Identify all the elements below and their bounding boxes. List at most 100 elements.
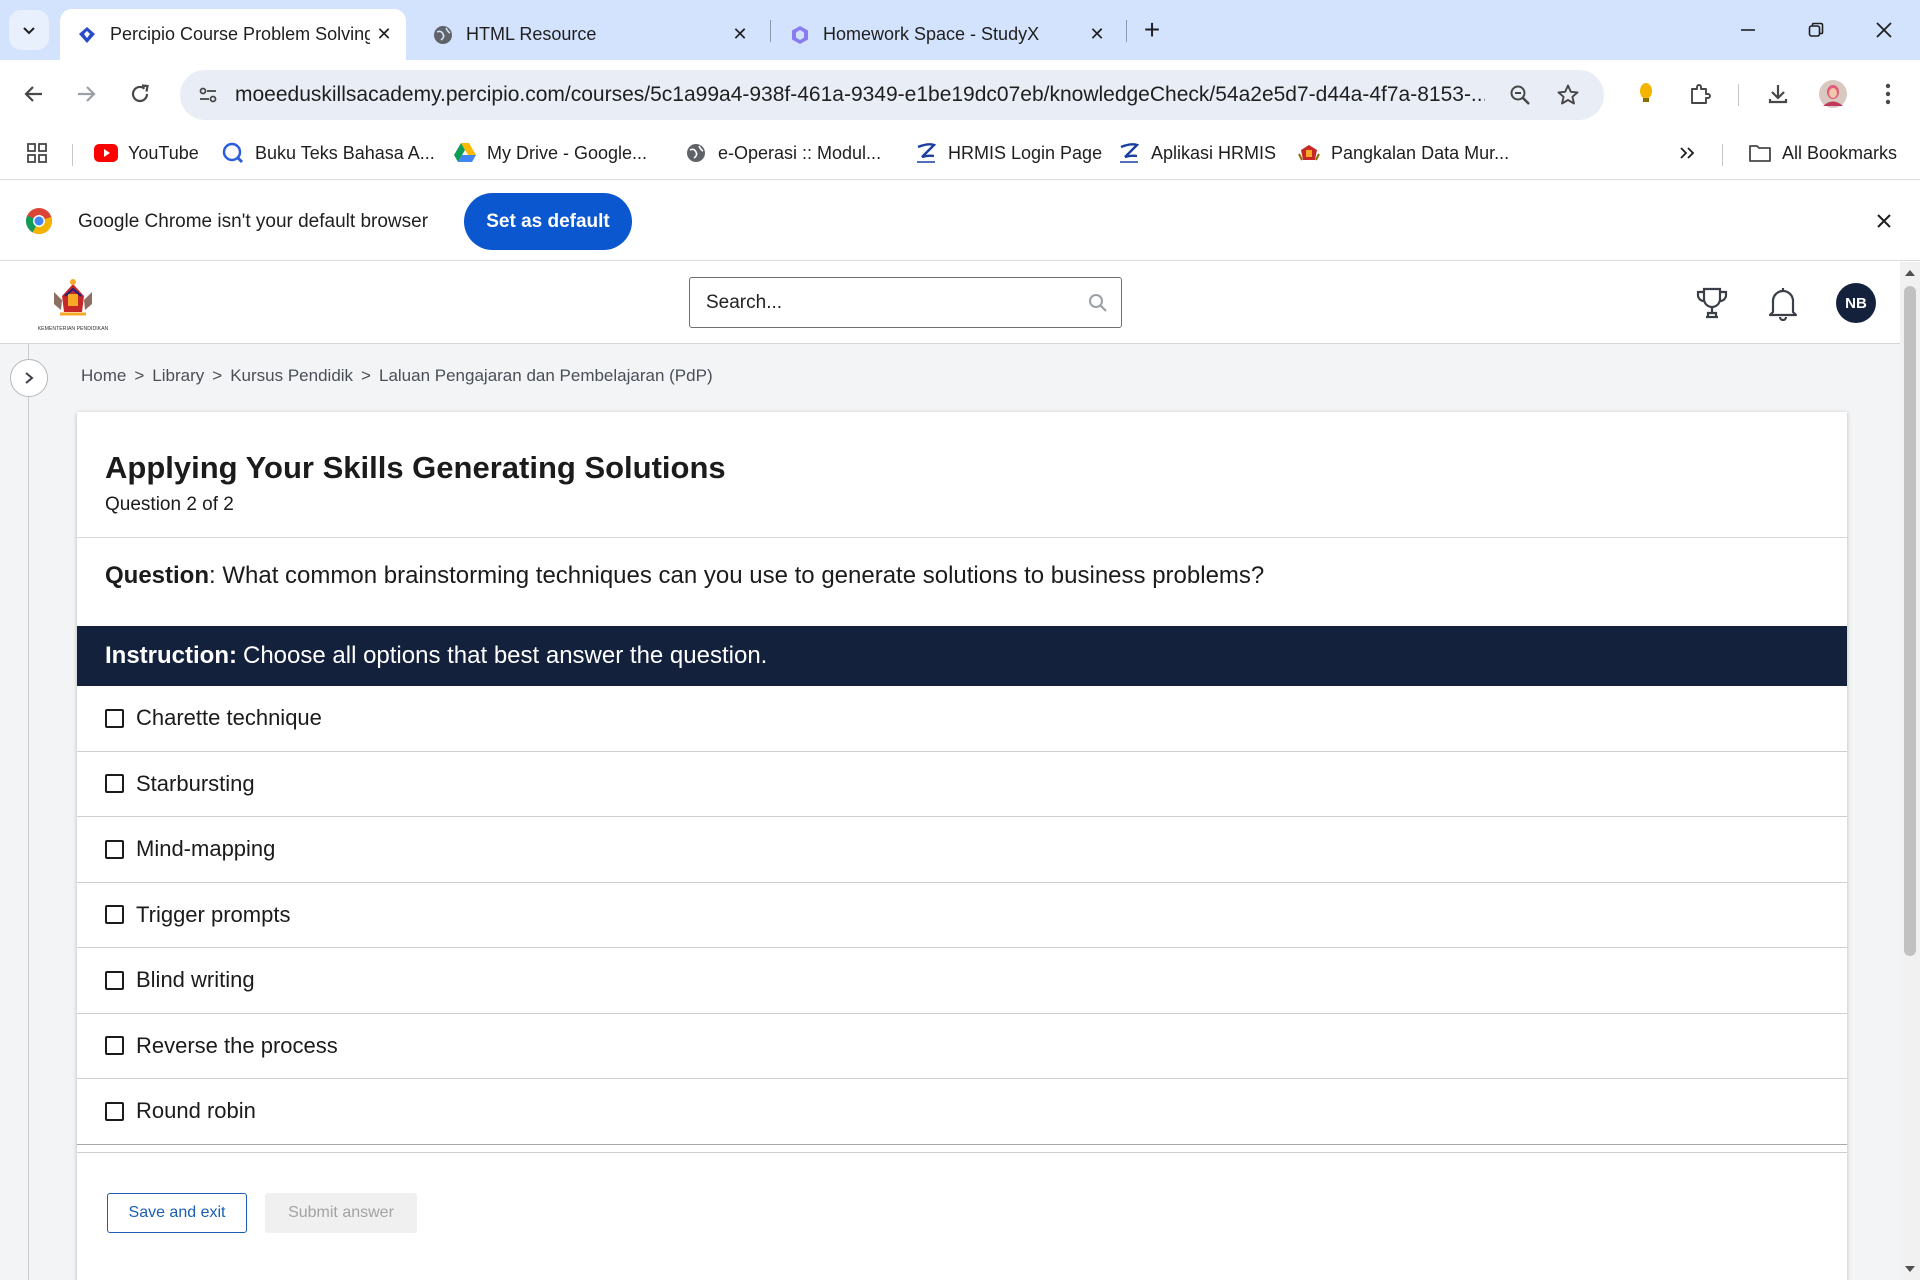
apps-grid-icon — [27, 143, 47, 163]
tab-separator — [770, 20, 771, 42]
bookmark-my-drive[interactable]: My Drive - Google... — [453, 138, 647, 168]
breadcrumb-kursus-pendidik[interactable]: Kursus Pendidik — [230, 366, 353, 386]
tab-title: Homework Space - StudyX — [823, 24, 1040, 44]
close-window-button[interactable] — [1850, 0, 1918, 60]
question-text: Question: What common brainstorming tech… — [105, 562, 1264, 590]
all-bookmarks-label: All Bookmarks — [1782, 142, 1898, 163]
question-progress: Question 2 of 2 — [105, 494, 234, 515]
close-tab-icon[interactable]: ✕ — [370, 21, 398, 49]
ministry-logo[interactable]: KEMENTERIAN PENDIDIKAN — [32, 274, 114, 334]
new-tab-button[interactable]: + — [1136, 14, 1168, 46]
tab-strip: Percipio Course Problem Solving ✕ HTML R… — [0, 0, 1920, 60]
scroll-up-arrow-icon[interactable] — [1905, 270, 1915, 276]
close-infobar-button[interactable] — [1866, 203, 1902, 239]
search-favicon — [221, 141, 245, 165]
trophy-icon — [1696, 287, 1728, 319]
profile-avatar-icon[interactable] — [1813, 74, 1853, 114]
close-tab-icon[interactable]: ✕ — [1083, 21, 1111, 49]
search-icon[interactable] — [1085, 290, 1111, 316]
chevron-down-icon — [23, 27, 35, 35]
option-trigger-prompts[interactable]: Trigger prompts — [77, 883, 1847, 948]
double-chevron-right-icon — [1680, 147, 1695, 159]
tab-percipio[interactable]: Percipio Course Problem Solving ✕ — [60, 9, 406, 60]
more-bookmarks-button[interactable] — [1678, 138, 1696, 168]
option-checkbox[interactable] — [105, 774, 124, 794]
option-checkbox[interactable] — [105, 905, 124, 925]
bookmark-hrmis-login[interactable]: HRMIS Login Page — [914, 138, 1102, 168]
option-mind-mapping[interactable]: Mind-mapping — [77, 817, 1847, 883]
apps-button[interactable] — [26, 138, 48, 168]
bookmarks-separator — [72, 144, 73, 166]
site-info-icon[interactable] — [189, 76, 227, 114]
option-checkbox[interactable] — [105, 839, 124, 859]
bookmark-buku-teks[interactable]: Buku Teks Bahasa A... — [221, 138, 435, 168]
hrmis-icon — [914, 141, 938, 165]
tab-search-button[interactable] — [9, 10, 49, 50]
default-browser-infobar: Google Chrome isn't your default browser… — [0, 181, 1920, 261]
card-footer: Save and exit Submit answer — [77, 1152, 1847, 1280]
youtube-icon — [94, 141, 118, 165]
tab-separator — [1126, 20, 1127, 42]
downloads-icon[interactable] — [1758, 74, 1798, 114]
infobar-message: Google Chrome isn't your default browser — [78, 211, 429, 232]
all-bookmarks-button[interactable]: All Bookmarks — [1748, 138, 1897, 168]
bookmark-youtube[interactable]: YouTube — [94, 138, 199, 168]
folder-icon — [1748, 141, 1772, 165]
minimize-button[interactable] — [1714, 0, 1782, 60]
option-charette-technique[interactable]: Charette technique — [77, 686, 1847, 752]
option-round-robin[interactable]: Round robin — [77, 1079, 1847, 1145]
zoom-icon[interactable] — [1501, 76, 1539, 114]
bookmark-star-icon[interactable] — [1549, 76, 1587, 114]
notifications-button[interactable] — [1760, 280, 1806, 326]
option-checkbox[interactable] — [105, 1101, 124, 1121]
breadcrumb: Home > Library > Kursus Pendidik > Lalua… — [81, 366, 713, 386]
breadcrumb-separator: > — [361, 366, 371, 385]
close-tab-icon[interactable]: ✕ — [726, 21, 754, 49]
bookmark-aplikasi-hrmis[interactable]: Aplikasi HRMIS — [1117, 138, 1276, 168]
chevron-right-icon — [25, 372, 34, 384]
option-label: Reverse the process — [136, 1032, 338, 1058]
set-as-default-button[interactable]: Set as default — [464, 193, 632, 250]
tab-studyx[interactable]: Homework Space - StudyX ✕ — [773, 9, 1119, 60]
breadcrumb-home[interactable]: Home — [81, 366, 126, 386]
save-and-exit-button[interactable]: Save and exit — [107, 1193, 247, 1233]
forward-button[interactable] — [66, 74, 106, 114]
hrmis-icon — [1117, 141, 1141, 165]
bookmark-e-operasi[interactable]: e-Operasi :: Modul... — [684, 138, 881, 168]
bookmark-label: Buku Teks Bahasa A... — [255, 142, 435, 163]
option-label: Blind writing — [136, 967, 255, 993]
page-scrollbar[interactable] — [1900, 262, 1920, 1280]
forward-arrow-icon — [78, 86, 96, 102]
tab-html-resource[interactable]: HTML Resource ✕ — [416, 9, 762, 60]
option-starbursting[interactable]: Starbursting — [77, 752, 1847, 817]
restore-button[interactable] — [1782, 0, 1850, 60]
extensions-puzzle-icon[interactable] — [1680, 74, 1720, 114]
bookmarks-bar: YouTube Buku Teks Bahasa A... My Drive -… — [0, 128, 1920, 180]
sidebar-expand-button[interactable] — [10, 359, 48, 397]
submit-answer-button[interactable]: Submit answer — [265, 1193, 417, 1233]
reload-icon — [131, 84, 149, 103]
tab-title: HTML Resource — [466, 24, 597, 44]
scrollbar-thumb[interactable] — [1904, 286, 1916, 956]
back-button[interactable] — [14, 74, 54, 114]
address-bar[interactable]: moeeduskillsacademy.percipio.com/courses… — [180, 70, 1604, 120]
option-reverse-the-process[interactable]: Reverse the process — [77, 1014, 1847, 1079]
search-input[interactable] — [690, 278, 1070, 327]
reload-button[interactable] — [120, 74, 160, 114]
scroll-down-arrow-icon[interactable] — [1905, 1266, 1915, 1272]
option-blind-writing[interactable]: Blind writing — [77, 948, 1847, 1014]
toolbar-separator — [1738, 84, 1739, 106]
breadcrumb-laluan-pdp[interactable]: Laluan Pengajaran dan Pembelajaran (PdP) — [379, 366, 713, 386]
instruction-label: Instruction: — [105, 642, 237, 669]
knowledge-check-card: Applying Your Skills Generating Solution… — [77, 412, 1847, 1280]
extension-bulb-icon[interactable] — [1626, 74, 1666, 114]
bookmark-pangkalan-data[interactable]: Pangkalan Data Mur... — [1297, 138, 1509, 168]
chrome-menu-icon[interactable] — [1868, 74, 1908, 114]
option-checkbox[interactable] — [105, 708, 124, 728]
user-avatar[interactable]: NB — [1836, 283, 1876, 323]
breadcrumb-library[interactable]: Library — [152, 366, 204, 386]
option-checkbox[interactable] — [105, 970, 124, 990]
achievements-button[interactable] — [1689, 280, 1735, 326]
bookmarks-separator — [1722, 144, 1723, 166]
option-checkbox[interactable] — [105, 1036, 124, 1056]
